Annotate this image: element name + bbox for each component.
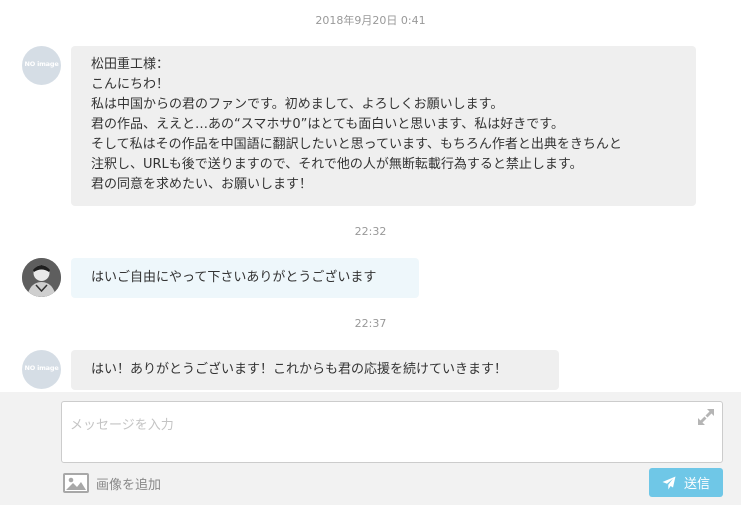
noimage-avatar-text: NO image xyxy=(24,60,59,68)
paper-plane-icon xyxy=(662,476,676,490)
message-timestamp: 22:32 xyxy=(354,225,387,238)
message-composer: 画像を追加 送信 xyxy=(0,392,741,505)
message-timestamp: 22:37 xyxy=(354,317,387,330)
add-image-button[interactable]: 画像を追加 xyxy=(63,472,161,494)
add-image-label: 画像を追加 xyxy=(96,477,162,493)
send-button[interactable]: 送信 xyxy=(649,468,723,497)
message-line: はいご自由にやって下さいありがとうございます xyxy=(91,270,377,285)
message-line: 君の同意を求めたい、お願いします！ xyxy=(91,177,313,192)
message-input[interactable] xyxy=(61,401,723,463)
noimage-avatar[interactable]: NO image xyxy=(22,46,61,85)
user-silhouette-icon xyxy=(22,258,61,297)
message-line: はい！ありがとうございます！これからも君の応援を続けていきます！ xyxy=(91,362,508,377)
user-photo-avatar[interactable] xyxy=(22,258,61,297)
message-thread[interactable]: 2018年9月20日 0:41 NO image 松田重工様： こんにちわ！ 私… xyxy=(0,0,741,392)
message-line: 私は中国からの君のファンです。初めまして、よろしくお願いします。 xyxy=(91,97,504,112)
message-line: 松田重工様： xyxy=(91,57,170,72)
message-bubble: はい！ありがとうございます！これからも君の応援を続けていきます！ xyxy=(71,350,559,390)
noimage-avatar[interactable]: NO image xyxy=(22,350,61,389)
expand-arrows-icon[interactable] xyxy=(697,408,715,426)
message-line: こんにちわ！ xyxy=(91,77,170,92)
image-icon xyxy=(63,473,89,493)
noimage-avatar-text: NO image xyxy=(24,364,59,372)
message-timestamp: 2018年9月20日 0:41 xyxy=(315,14,426,27)
message-line: 注釈し、URLも後で送りますので、それで他の人が無断転載行為すると禁止します。 xyxy=(91,157,583,172)
message-line: 君の作品、ええと…あの“スマホサ0”はとても面白いと思います、私は好きです。 xyxy=(91,117,564,132)
message-bubble: 松田重工様： こんにちわ！ 私は中国からの君のファンです。初めまして、よろしくお… xyxy=(71,46,696,206)
send-label: 送信 xyxy=(683,477,710,492)
message-line: そして私はその作品を中国語に翻訳したいと思っています、もちろん作者と出典をきちん… xyxy=(91,137,622,152)
message-bubble: はいご自由にやって下さいありがとうございます xyxy=(71,258,419,298)
